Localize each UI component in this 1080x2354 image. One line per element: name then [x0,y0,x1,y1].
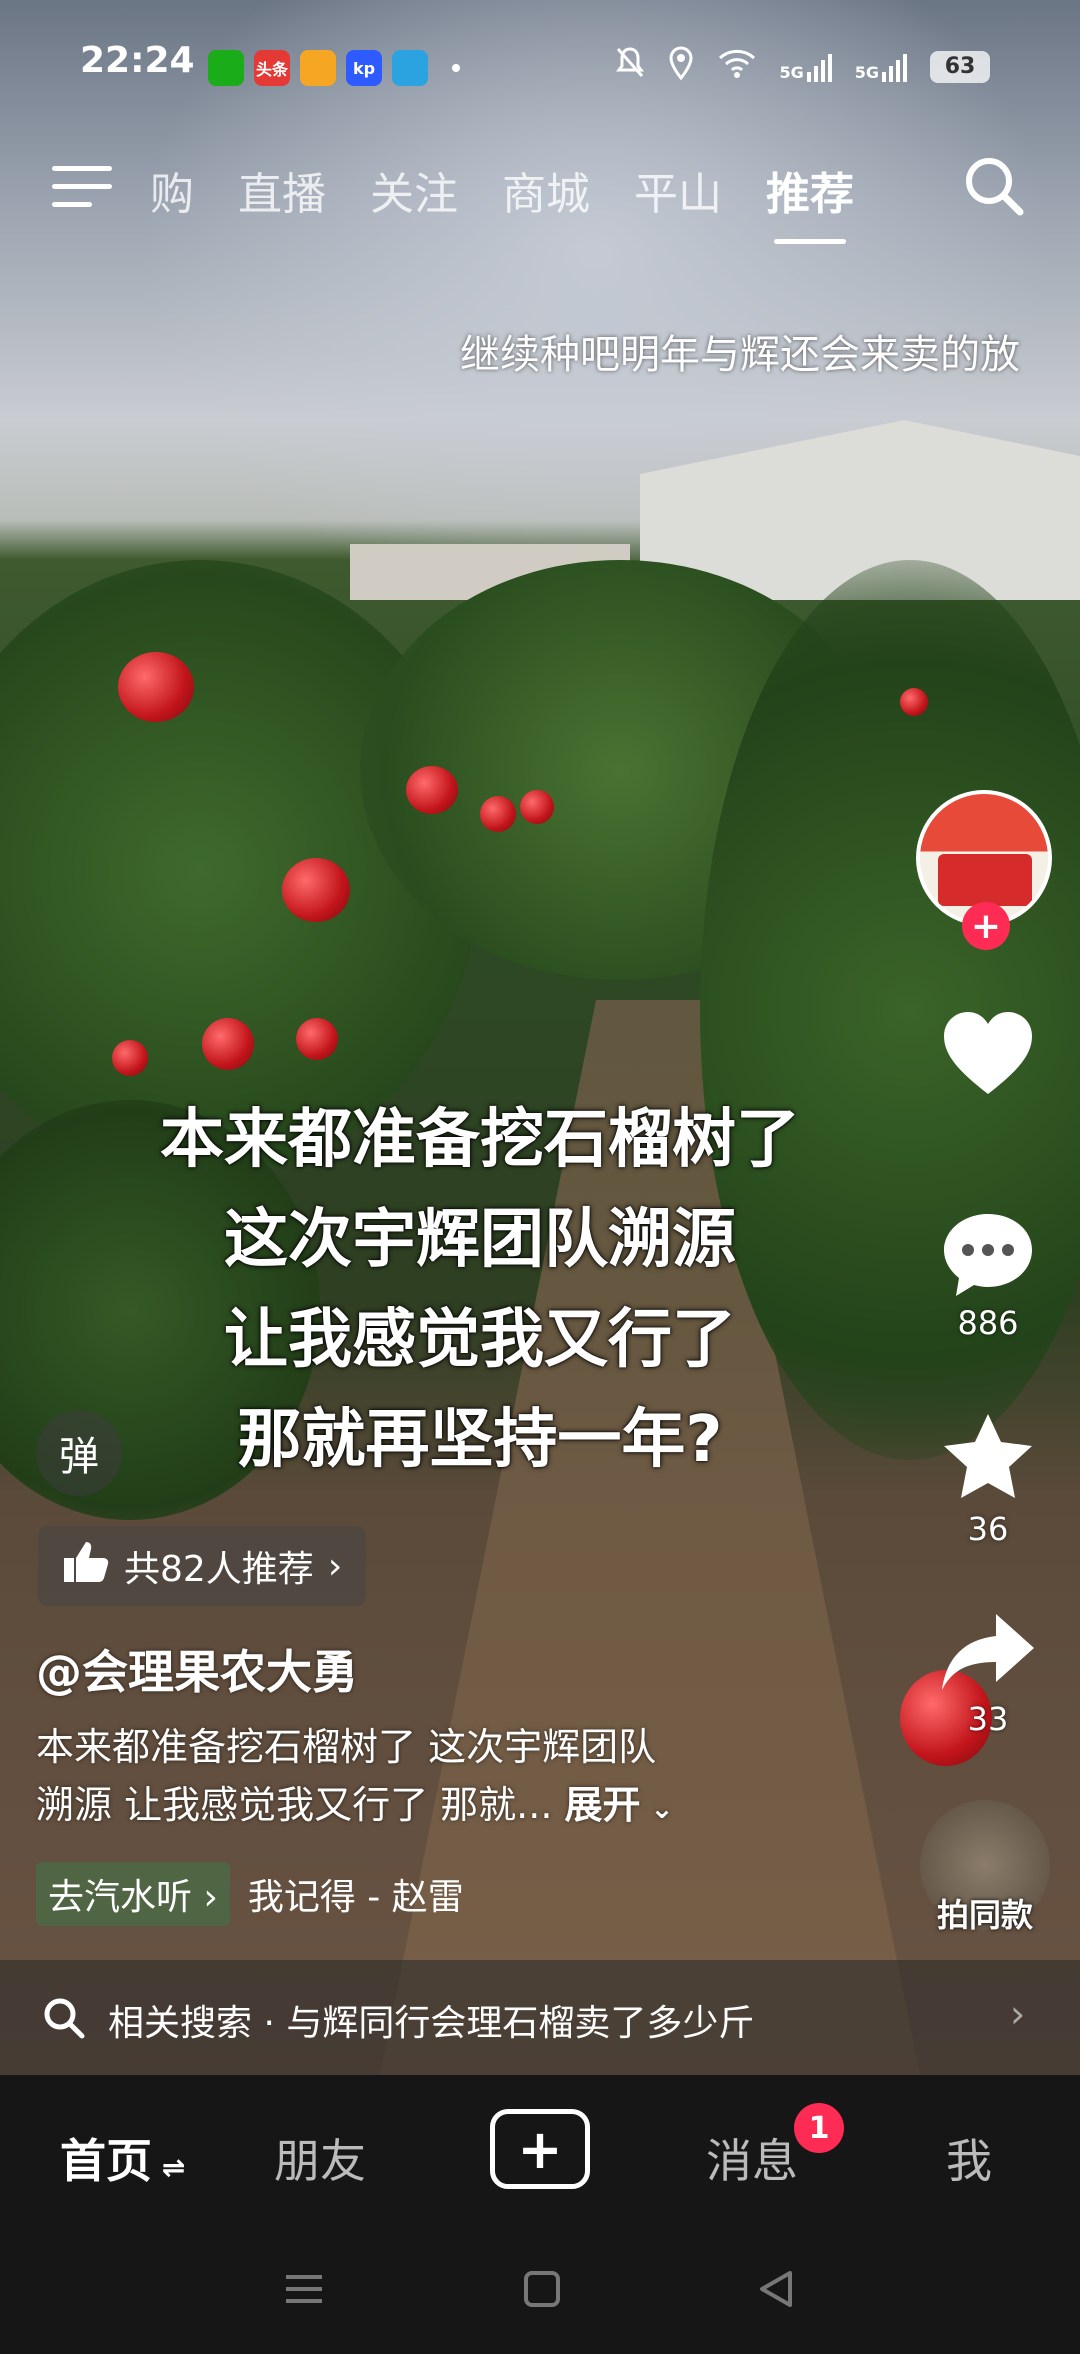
chevron-right-icon: › [1010,1992,1026,2036]
nav-me[interactable]: 我 [946,2125,992,2191]
recommend-pill[interactable]: 共82人推荐 › [38,1526,367,1606]
bottom-nav: 首页 ⇌ 朋友 + 消息 1 我 [0,2075,1080,2235]
location-icon [667,46,695,87]
caption-line: 让我感觉我又行了 [224,1303,736,1377]
related-search-bar[interactable]: 相关搜索 · 与辉同行会理石榴卖了多少斤 › [0,1960,1080,2075]
video-description: 本来都准备挖石榴树了 这次宇辉团队 溯源 让我感觉我又行了 那就... 展开 ⌄ [36,1718,796,1838]
tab-4[interactable]: 平山 [634,158,722,222]
nav-friends[interactable]: 朋友 [274,2125,366,2191]
chevron-right-icon: › [327,1545,343,1587]
tab-5[interactable]: 推荐 [766,158,854,244]
tab-0[interactable]: 购 [150,158,194,222]
danmu-toggle[interactable]: 弹 [36,1410,122,1496]
expand-button[interactable]: 展开 ⌄ [565,1783,674,1827]
nav-messages[interactable]: 消息 [706,2125,798,2191]
menu-icon[interactable] [52,164,112,208]
signal-5g-icon: 5G [855,52,908,82]
create-button[interactable]: + [490,2109,590,2189]
messages-badge: 1 [794,2103,844,2153]
favorite-count: 36 [967,1510,1009,1548]
video-subtitle: 继续种吧明年与辉还会来卖的放 [460,332,1020,378]
author-name[interactable]: @会理果农大勇 [36,1636,358,1702]
heart-icon [940,1012,1036,1102]
music-app-tag[interactable]: 去汽水听 › [36,1862,230,1926]
more-notifications-dot [452,64,460,72]
follow-button[interactable]: + [962,902,1010,950]
telegram-icon [392,50,428,86]
status-bar: 22:24 头条 kp 5G 5G 63 [0,40,1080,100]
comment-icon [940,1214,1036,1304]
thumbs-up-icon [62,1540,110,1593]
nav-home[interactable]: 首页 ⇌ [60,2125,185,2191]
system-icons: 5G 5G 63 [615,46,990,87]
shoot-same-label[interactable]: 拍同款 [900,1890,1070,1936]
signal-5g-icon: 5G [779,52,832,82]
top-nav: 购直播 关注 商城 平山 推荐 [0,150,1080,244]
battery-icon: 63 [930,50,990,83]
feed-tabs: 购直播 关注 商城 平山 推荐 [150,158,854,244]
share-button[interactable]: 33 [908,1610,1068,1738]
system-nav-bar [0,2235,1080,2354]
related-search-text: 相关搜索 · 与辉同行会理石榴卖了多少斤 [108,2003,755,2044]
pomegranate [296,1018,338,1060]
avatar-image [938,854,1032,906]
chevron-down-icon: ⌄ [640,1792,674,1825]
caption-line: 本来都准备挖石榴树了 [160,1103,800,1177]
music-track: 我记得 - 赵雷 [247,1877,464,1918]
comment-count: 886 [957,1304,1019,1342]
tab-2[interactable]: 关注 [370,158,458,222]
comment-button[interactable]: 886 [908,1210,1068,1342]
toutiao-icon: 头条 [254,50,290,86]
search-icon[interactable] [962,154,1026,218]
pomegranate [118,652,194,722]
swap-icon: ⇌ [152,2151,186,2184]
kp-app-icon: kp [346,50,382,86]
pomegranate [520,790,554,824]
notification-icons: 头条 kp [208,50,460,86]
description-line: 本来都准备挖石榴树了 这次宇辉团队 [36,1725,657,1769]
chevron-right-icon: › [192,1877,218,1918]
share-arrow-icon [938,1614,1038,1700]
favorite-button[interactable]: 36 [908,1410,1068,1548]
status-time: 22:24 [80,40,195,81]
tab-1[interactable]: 直播 [238,158,326,222]
caption-line: 那就再坚持一年? [237,1403,723,1477]
pomegranate [480,796,516,832]
pomegranate [282,858,350,922]
caption-line: 这次宇辉团队溯源 [224,1203,736,1277]
star-icon [938,1414,1038,1510]
recommend-label: 共82人推荐 [124,1549,314,1590]
tab-3[interactable]: 商城 [502,158,590,222]
wechat-icon [208,50,244,86]
home-icon[interactable] [522,2269,562,2319]
search-icon [42,1996,86,2044]
recents-icon[interactable] [284,2269,324,2319]
pomegranate [112,1040,148,1076]
back-icon[interactable] [756,2269,796,2319]
mute-bell-icon [615,46,645,87]
weather-icon [300,50,336,86]
wifi-icon [717,47,757,86]
share-count: 33 [967,1700,1009,1738]
video-caption: 本来都准备挖石榴树了 这次宇辉团队溯源 让我感觉我又行了 那就再坚持一年? [100,1090,860,1490]
pomegranate [900,688,928,716]
pomegranate [406,766,458,814]
description-line: 溯源 让我感觉我又行了 那就... 展开 ⌄ [36,1783,674,1827]
like-button[interactable] [908,1010,1068,1102]
music-row[interactable]: 去汽水听 › 我记得 - 赵雷 [36,1862,464,1926]
pomegranate [202,1018,254,1070]
